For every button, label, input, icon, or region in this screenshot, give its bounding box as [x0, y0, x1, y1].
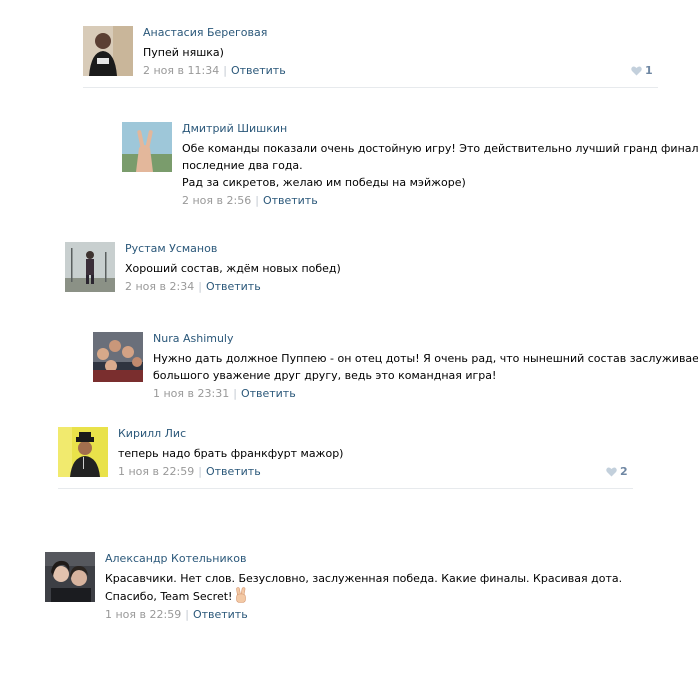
reply-link[interactable]: Ответить — [263, 194, 318, 207]
avatar-photo — [93, 332, 143, 382]
comment-divider — [58, 488, 633, 489]
comment-author[interactable]: Кирилл Лис — [118, 427, 343, 441]
comment-text: Обе команды показали очень достойную игр… — [182, 140, 698, 191]
meta-separator: | — [198, 280, 202, 293]
comment-divider — [83, 87, 658, 88]
meta-separator: | — [233, 387, 237, 400]
like-button[interactable]: 2 — [606, 465, 628, 479]
comment-text: Красавчики. Нет слов. Безусловно, заслуж… — [105, 570, 622, 605]
comment: Анастасия Береговая Пупей няшка) 2 ноя в… — [83, 26, 658, 82]
comment-date[interactable]: 1 ноя в 22:59 — [118, 465, 194, 478]
avatar[interactable] — [83, 26, 133, 76]
avatar[interactable] — [93, 332, 143, 382]
comments-page: Анастасия Береговая Пупей няшка) 2 ноя в… — [0, 0, 698, 684]
comment-date[interactable]: 2 ноя в 2:34 — [125, 280, 194, 293]
avatar-photo — [65, 242, 115, 292]
avatar[interactable] — [122, 122, 172, 172]
avatar-photo — [45, 552, 95, 602]
comment: Дмитрий Шишкин Обе команды показали очен… — [122, 122, 698, 208]
comment-author[interactable]: Рустам Усманов — [125, 242, 341, 256]
meta-separator: | — [185, 608, 189, 621]
meta-separator: | — [255, 194, 259, 207]
comment-text-line: Хороший состав, ждём новых побед) — [125, 262, 341, 275]
comment-text-line: Обе команды показали очень достойную игр… — [182, 142, 698, 155]
comment-author[interactable]: Nura Ashimuly — [153, 332, 698, 346]
reply-link[interactable]: Ответить — [193, 608, 248, 621]
comment: Рустам Усманов Хороший состав, ждём новы… — [65, 242, 605, 294]
avatar-photo — [122, 122, 172, 172]
comment-text-line-with-emoji: Спасибо, Team Secret! — [105, 587, 622, 605]
comment-meta: 1 ноя в 22:59 | Ответить — [105, 608, 622, 622]
comment-text-line: Спасибо, Team Secret! — [105, 590, 233, 603]
reply-link[interactable]: Ответить — [231, 64, 286, 77]
avatar[interactable] — [65, 242, 115, 292]
comment-text-line: Пупей няшка) — [143, 46, 224, 59]
comment-meta: 1 ноя в 22:59 | Ответить — [118, 465, 343, 479]
like-button[interactable]: 1 — [631, 64, 653, 78]
heart-icon — [631, 66, 642, 76]
avatar-photo — [58, 427, 108, 477]
comment-text: Пупей няшка) — [143, 44, 286, 61]
avatar-photo — [83, 26, 133, 76]
comment-date[interactable]: 1 ноя в 23:31 — [153, 387, 229, 400]
like-count: 2 — [620, 465, 628, 478]
victory-hand-emoji-icon — [236, 587, 247, 603]
comment-author[interactable]: Анастасия Береговая — [143, 26, 286, 40]
comment-author[interactable]: Александр Котельников — [105, 552, 622, 566]
comment-text-line: большого уважение друг другу, ведь это к… — [153, 369, 497, 382]
comment-text: Хороший состав, ждём новых побед) — [125, 260, 341, 277]
reply-link[interactable]: Ответить — [206, 280, 261, 293]
meta-separator: | — [198, 465, 202, 478]
comment-text: Нужно дать должное Пуппею - он отец доты… — [153, 350, 698, 384]
reply-link[interactable]: Ответить — [241, 387, 296, 400]
comment-text-line: Рад за сикретов, желаю им победы на мэйж… — [182, 176, 466, 189]
avatar[interactable] — [58, 427, 108, 477]
comment: Кирилл Лис теперь надо брать франкфурт м… — [58, 427, 633, 479]
comment-meta: 1 ноя в 23:31 | Ответить — [153, 387, 698, 401]
comment: Nura Ashimuly Нужно дать должное Пуппею … — [93, 332, 698, 402]
comment-date[interactable]: 2 ноя в 11:34 — [143, 64, 219, 77]
reply-link[interactable]: Ответить — [206, 465, 261, 478]
comment-date[interactable]: 1 ноя в 22:59 — [105, 608, 181, 621]
meta-separator: | — [223, 64, 227, 77]
comment-text-line: Красавчики. Нет слов. Безусловно, заслуж… — [105, 572, 623, 585]
comment-text-line: теперь надо брать франкфурт мажор) — [118, 447, 344, 460]
comment-meta: 2 ноя в 2:56 | Ответить — [182, 194, 698, 208]
comment-meta: 2 ноя в 2:34 | Ответить — [125, 280, 341, 294]
avatar[interactable] — [45, 552, 95, 602]
comment-meta: 2 ноя в 11:34 | Ответить — [143, 64, 286, 78]
comment: Александр Котельников Красавчики. Нет сл… — [45, 552, 622, 622]
comment-date[interactable]: 2 ноя в 2:56 — [182, 194, 251, 207]
comment-text: теперь надо брать франкфурт мажор) — [118, 445, 343, 462]
like-count: 1 — [645, 64, 653, 77]
comment-text-line: последние два года. — [182, 159, 303, 172]
comment-author[interactable]: Дмитрий Шишкин — [182, 122, 698, 136]
comment-text-line: Нужно дать должное Пуппею - он отец доты… — [153, 352, 698, 365]
heart-icon — [606, 467, 617, 477]
